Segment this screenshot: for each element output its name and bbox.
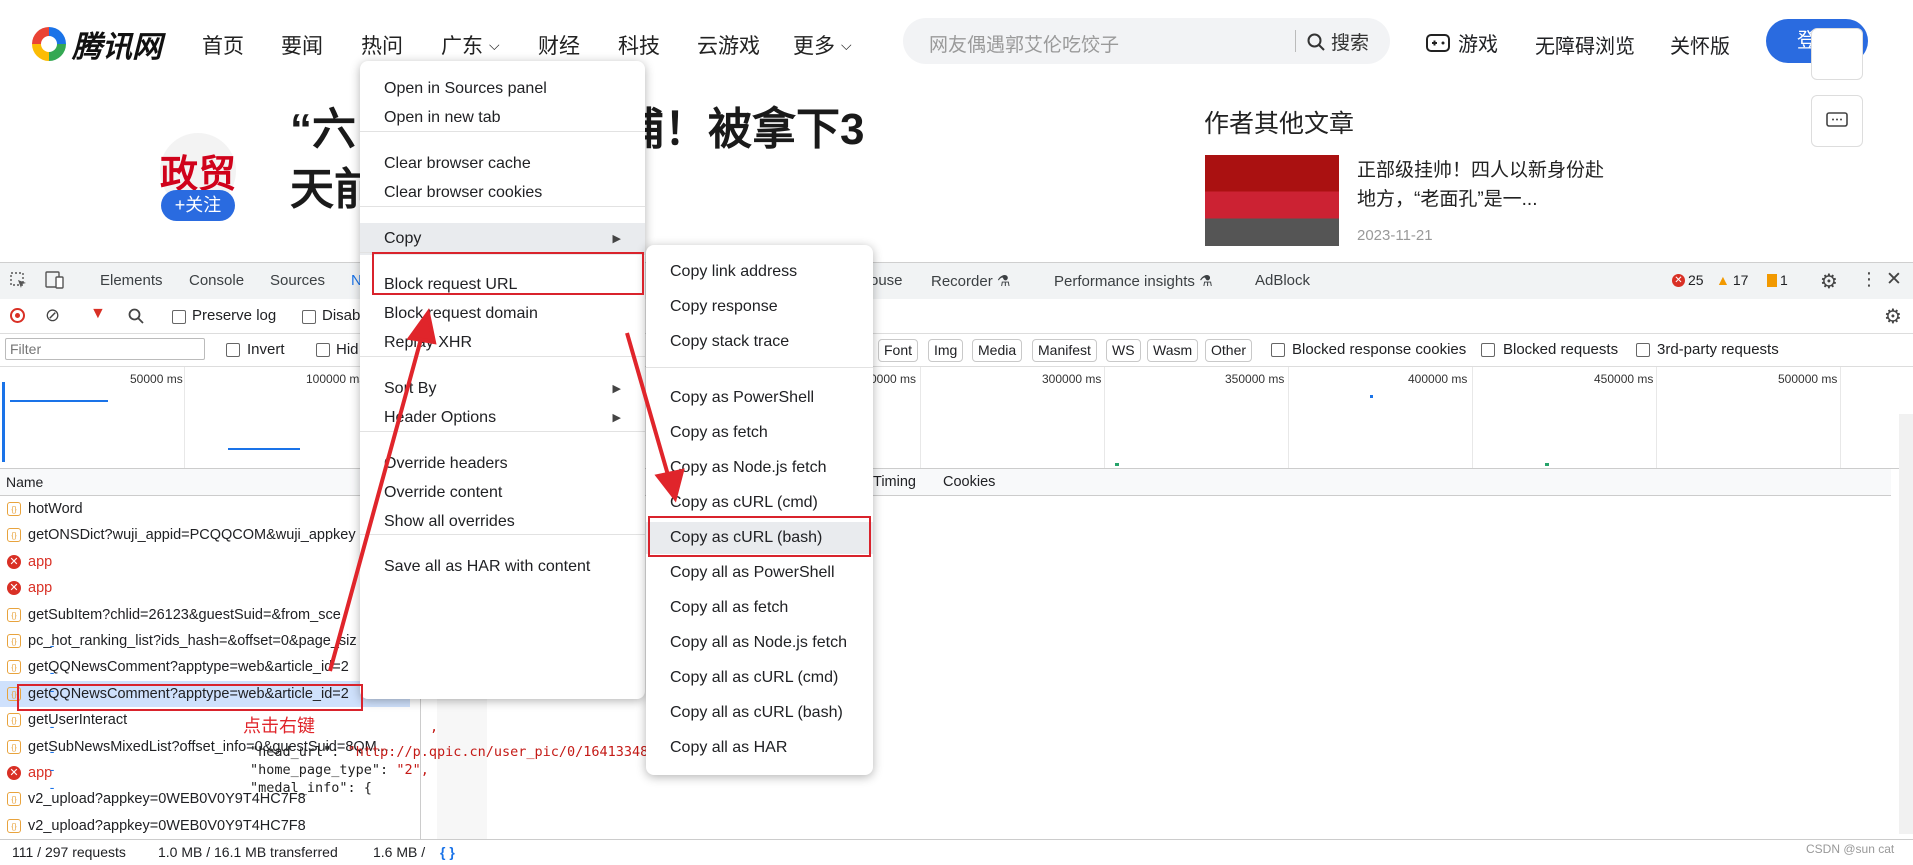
watermark: CSDN @sun cat [1806, 842, 1895, 856]
arrow-head [654, 468, 685, 503]
arrow-to-curl-bash [625, 332, 672, 483]
arrow-to-copy [328, 327, 426, 672]
annotation-arrows [328, 308, 685, 672]
arrow-head [406, 308, 437, 345]
